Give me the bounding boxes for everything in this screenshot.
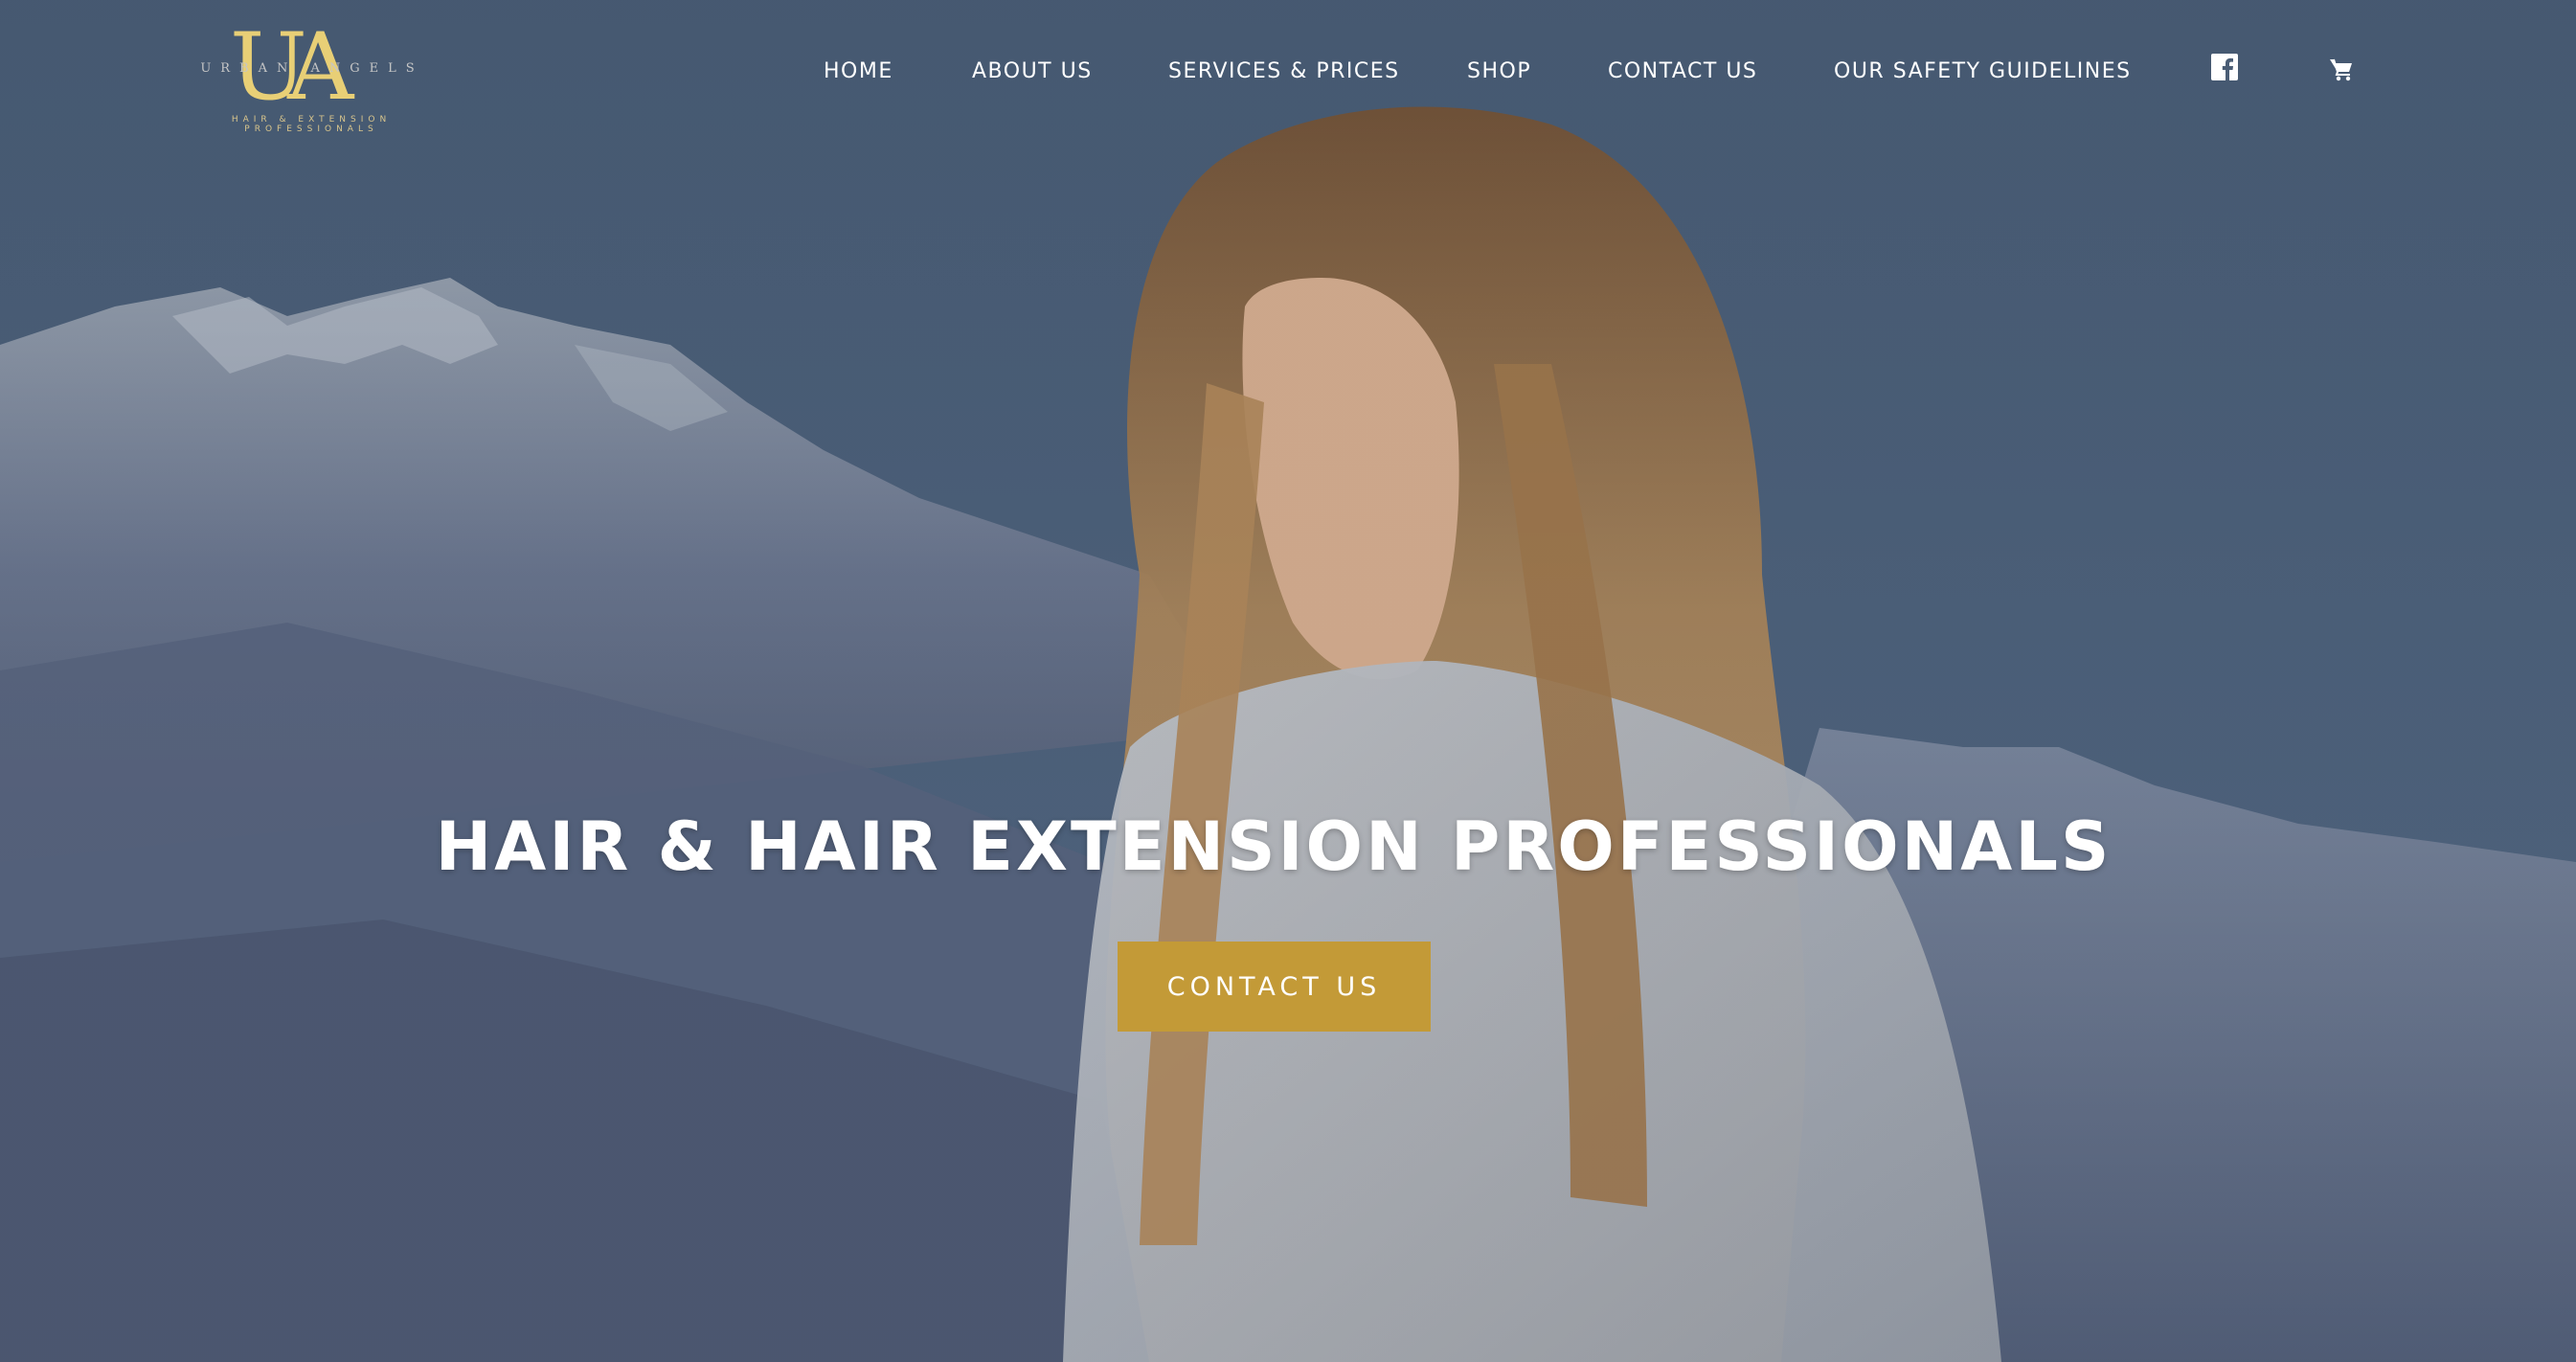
- main-nav: HOME ABOUT US SERVICES & PRICES SHOP CON…: [0, 59, 2576, 88]
- facebook-icon[interactable]: [2211, 54, 2238, 80]
- site-header: UA URBAN ANGELS HAIR & EXTENSION PROFESS…: [0, 0, 2576, 144]
- contact-us-button[interactable]: CONTACT US: [1118, 942, 1431, 1032]
- nav-safety-guidelines[interactable]: OUR SAFETY GUIDELINES: [1834, 59, 2132, 83]
- nav-about-us[interactable]: ABOUT US: [972, 59, 1093, 83]
- nav-contact-us[interactable]: CONTACT US: [1608, 59, 1757, 83]
- nav-home[interactable]: HOME: [824, 59, 893, 83]
- nav-shop[interactable]: SHOP: [1467, 59, 1531, 83]
- hero-headline: HAIR & HAIR EXTENSION PROFESSIONALS: [435, 806, 2113, 886]
- logo-tagline: HAIR & EXTENSION PROFESSIONALS: [231, 115, 392, 134]
- nav-services-prices[interactable]: SERVICES & PRICES: [1168, 59, 1400, 83]
- cart-icon[interactable]: [2328, 56, 2355, 82]
- hero-background: [0, 0, 2576, 1362]
